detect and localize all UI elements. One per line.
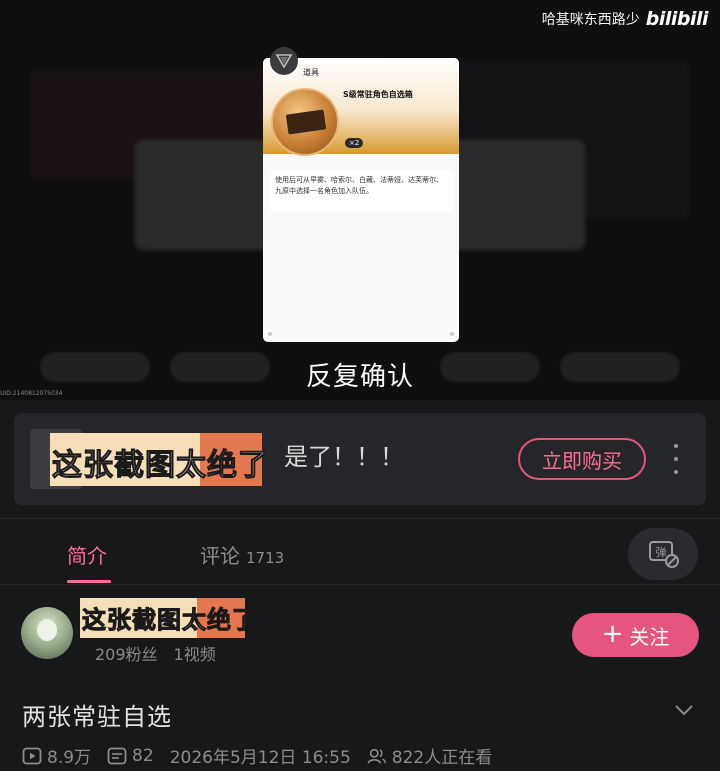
tab-comments[interactable]: 评论 1713 [200, 540, 284, 569]
video-meta: 8.9万 82 2026年5月12日 16:55 822人正在看 [22, 743, 508, 768]
overlay-sticker-text: 这张截图太绝了 [82, 606, 257, 635]
item-card-title: 道具 [303, 68, 319, 77]
chevron-down-icon[interactable] [673, 702, 695, 718]
danmaku-off-icon: 弹 [649, 541, 679, 568]
more-options-icon[interactable] [668, 444, 684, 474]
active-tab-indicator [67, 580, 111, 583]
viewers-icon [367, 748, 386, 764]
uid-tag: UID:2140812075034 [0, 390, 63, 397]
follow-label: 关注 [629, 624, 670, 649]
follow-button[interactable]: + 关注 [572, 613, 699, 657]
corner-dot [268, 332, 272, 336]
divider [0, 518, 720, 519]
item-card: 道具 S级常驻角色自选箱 ×2 使用后可从早雾、哈索尔、白藏、法蒂娅、达芙蒂尔、… [263, 58, 459, 342]
corner-dot [450, 332, 454, 336]
play-count-icon [22, 747, 42, 764]
publish-time: 2026年5月12日 16:55 [169, 748, 351, 768]
follower-count: 209粉丝 [95, 645, 158, 664]
item-name: S级常驻角色自选箱 [343, 90, 413, 99]
tab-comments-label: 评论 [200, 544, 240, 568]
uploader-stats: 209粉丝 1视频 [95, 641, 216, 665]
buy-now-button[interactable]: 立即购买 [518, 438, 646, 480]
tab-intro[interactable]: 简介 [67, 540, 107, 569]
danmaku-count: 82 [132, 745, 154, 766]
plus-icon: + [601, 619, 624, 649]
video-title: 两张常驻自选 [22, 703, 172, 731]
item-card-header: 道具 S级常驻角色自选箱 ×2 [263, 58, 459, 156]
danmaku-count-icon [107, 747, 127, 764]
channel-watermark: 哈基咪东西路少 bilibili [541, 8, 709, 30]
watermark-channel: 哈基咪东西路少 [541, 12, 640, 28]
video-subtitle: 反复确认 [305, 362, 414, 392]
tab-comments-count: 1713 [246, 549, 285, 567]
uploader-avatar[interactable] [21, 607, 73, 659]
video-player[interactable]: 哈基咪东西路少 bilibili 道具 S级常驻角色自选箱 ×2 使用后可从早雾… [0, 0, 720, 400]
item-description: 使用后可从早雾、哈索尔、白藏、法蒂娅、达芙蒂尔、九原中选择一名角色加入队伍。 [269, 170, 453, 212]
svg-text:弹: 弹 [656, 545, 667, 559]
view-count: 8.9万 [47, 748, 92, 768]
item-count-badge: ×2 [345, 138, 364, 148]
watching-count: 822人正在看 [391, 748, 493, 768]
product-title: 是了！！！ [284, 443, 404, 471]
overlay-sticker-text: 这张截图太绝了 [52, 448, 269, 484]
item-coin-icon [271, 88, 339, 156]
shield-icon [270, 47, 298, 75]
tab-intro-label: 简介 [67, 544, 107, 568]
danmaku-toggle-button[interactable]: 弹 [628, 528, 698, 580]
divider [0, 584, 720, 585]
bilibili-logo: bilibili [645, 8, 709, 30]
video-count: 1视频 [173, 645, 216, 664]
